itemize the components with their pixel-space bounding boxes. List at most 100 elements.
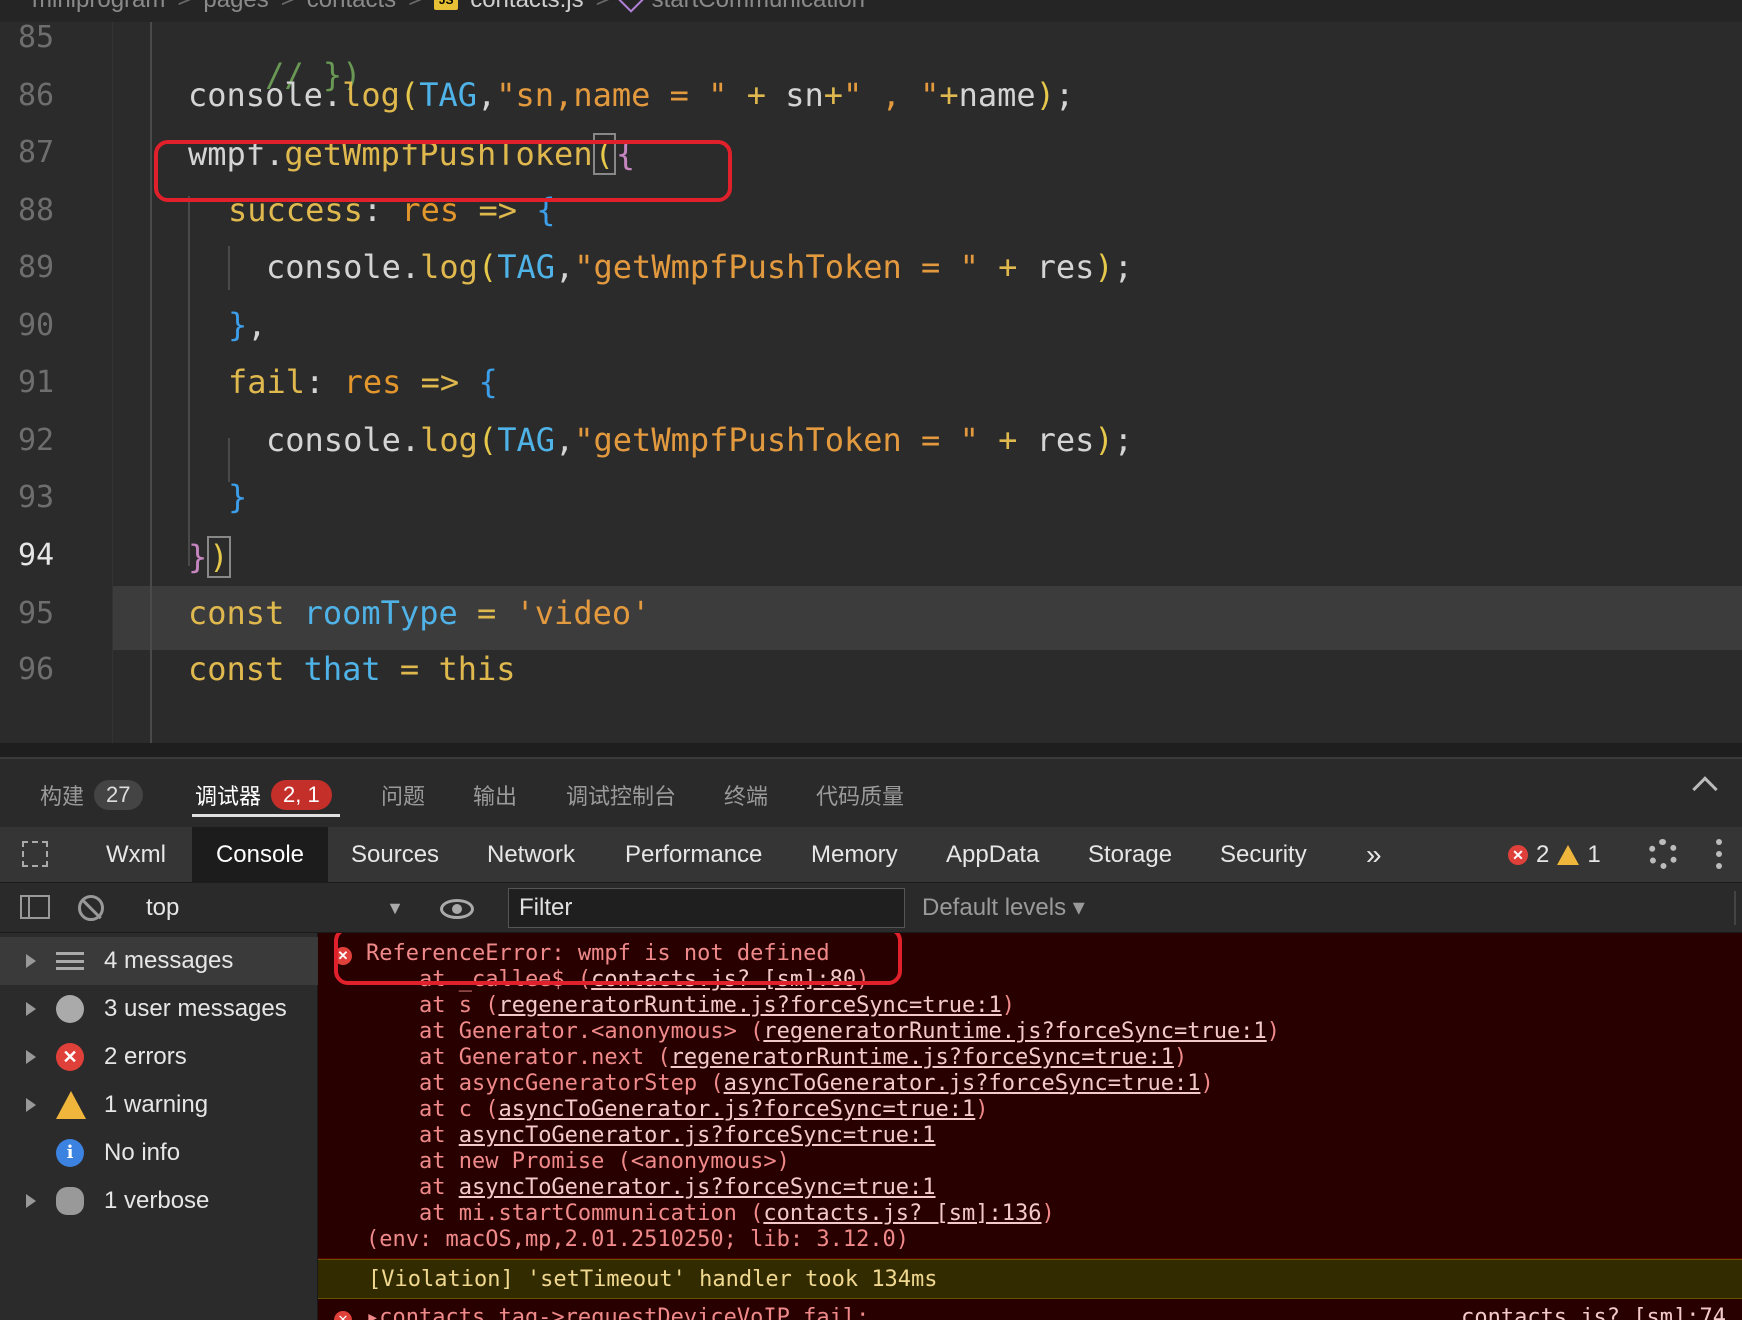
breadcrumb-separator: > <box>596 0 610 14</box>
tab-wxml[interactable]: Wxml <box>106 827 166 883</box>
line-number-active: 94 <box>18 538 55 573</box>
breadcrumb-item[interactable]: contacts <box>307 0 396 14</box>
inspect-element-icon[interactable] <box>22 841 48 867</box>
source-link[interactable]: asyncToGenerator.js?forceSync=true:1 <box>459 1175 936 1200</box>
tab-console[interactable]: Console <box>192 827 328 883</box>
code-token: + <box>939 76 959 114</box>
code-token: TAG <box>497 421 555 459</box>
console-error-message[interactable]: ✕ ▸contacts tag->requestDeviceVoIP fail:… <box>318 1299 1742 1320</box>
line-number: 87 <box>18 135 55 170</box>
code-line-91: fail: res => { <box>228 363 498 401</box>
source-link[interactable]: asyncToGenerator.js?forceSync=true:1 <box>459 1123 936 1148</box>
source-link[interactable]: contacts.js? [sm]:136 <box>763 1201 1041 1226</box>
tab-security[interactable]: Security <box>1220 827 1307 883</box>
more-options-icon[interactable] <box>1716 839 1722 869</box>
more-tabs-icon[interactable]: » <box>1366 827 1382 883</box>
source-link[interactable]: asyncToGenerator.js?forceSync=true:1 <box>724 1071 1201 1096</box>
stack-frame: at c (asyncToGenerator.js?forceSync=true… <box>366 1097 989 1122</box>
sidebar-item-messages[interactable]: 4 messages <box>0 937 318 985</box>
stack-text: at s ( <box>366 993 499 1018</box>
stack-frame: at Generator.<anonymous> (regeneratorRun… <box>366 1019 1280 1044</box>
code-token: console <box>266 421 401 459</box>
code-token: . <box>400 248 421 286</box>
stack-frame: at mi.startCommunication (contacts.js? [… <box>366 1201 1055 1226</box>
highlight-box-error <box>334 933 902 985</box>
filter-input[interactable] <box>508 888 905 928</box>
tab-performance[interactable]: Performance <box>625 827 762 883</box>
eye-icon[interactable] <box>440 899 474 919</box>
toolbar-divider <box>1734 891 1736 925</box>
clear-console-icon[interactable] <box>78 895 104 921</box>
stack-text: at new Promise (<anonymous>) <box>366 1149 790 1174</box>
error-summary[interactable]: ▸contacts tag->requestDeviceVoIP fail: <box>366 1305 869 1320</box>
sidebar-item-errors[interactable]: ✕ 2 errors <box>0 1033 318 1081</box>
sidebar-item-label: 1 warning <box>104 1091 209 1118</box>
sidebar-item-verbose[interactable]: 1 verbose <box>0 1177 318 1225</box>
sidebar-item-warnings[interactable]: 1 warning <box>0 1081 318 1129</box>
breadcrumb-item[interactable]: pages <box>203 0 268 14</box>
source-link[interactable]: regeneratorRuntime.js?forceSync=true:1 <box>763 1019 1266 1044</box>
code-token: fail <box>228 363 306 401</box>
line-number: 92 <box>18 423 55 458</box>
console-output: ✕ ReferenceError: wmpf is not defined at… <box>318 933 1742 1320</box>
code-token: TAG <box>497 248 555 286</box>
console-violation-message[interactable]: [Violation] 'setTimeout' handler took 13… <box>318 1259 1742 1299</box>
code-token: , <box>554 248 575 286</box>
active-tab-indicator <box>192 814 340 817</box>
js-file-icon: JS <box>434 0 459 10</box>
code-token: console <box>266 248 401 286</box>
stack-text: at <box>366 1175 459 1200</box>
source-link[interactable]: contacts.js? [sm]:74 <box>1461 1305 1726 1320</box>
sidebar-toggle-icon[interactable] <box>20 895 50 919</box>
code-editor[interactable]: 85 86 87 88 89 90 91 92 93 94 95 96 // }… <box>0 22 1742 743</box>
context-value: top <box>146 894 180 921</box>
code-token: log <box>420 421 478 459</box>
breadcrumb-file[interactable]: contacts.js <box>470 0 583 14</box>
source-link[interactable]: asyncToGenerator.js?forceSync=true:1 <box>498 1097 975 1122</box>
code-token: { <box>478 363 498 401</box>
code-line-93: } <box>228 478 247 516</box>
tab-appdata[interactable]: AppData <box>946 827 1039 883</box>
breadcrumb-symbol[interactable]: startCommunication <box>652 0 865 14</box>
code-token: ( <box>399 76 420 114</box>
dropdown-arrow-icon: ▼ <box>386 898 404 918</box>
expand-arrow-icon <box>26 954 36 968</box>
stack-text: ) <box>975 1097 989 1122</box>
tab-debugger[interactable]: 调试器 2, 1 <box>195 779 332 811</box>
sidebar-item-label: 3 user messages <box>104 995 287 1022</box>
console-sidebar: 4 messages 3 user messages ✕ 2 errors 1 … <box>0 933 318 1320</box>
code-token: + <box>727 76 786 114</box>
source-link[interactable]: regeneratorRuntime.js?forceSync=true:1 <box>671 1045 1174 1070</box>
context-select[interactable]: top ▼ <box>130 891 404 925</box>
tab-build[interactable]: 构建 27 <box>40 779 143 811</box>
warning-count: 1 <box>1587 841 1601 868</box>
code-token: 'video' <box>515 594 651 632</box>
gear-icon[interactable] <box>1648 839 1678 869</box>
tab-sources[interactable]: Sources <box>351 827 439 883</box>
code-line-90: }, <box>228 306 267 344</box>
sidebar-item-label: 4 messages <box>104 947 234 974</box>
tab-terminal[interactable]: 终端 <box>724 779 768 811</box>
sidebar-item-info[interactable]: i No info <box>0 1129 318 1177</box>
stack-text: at asyncGeneratorStep ( <box>366 1071 724 1096</box>
sidebar-item-label: No info <box>104 1139 181 1166</box>
source-link[interactable]: regeneratorRuntime.js?forceSync=true:1 <box>498 993 1001 1018</box>
code-token: "getWmpfPushToken = " <box>574 248 979 286</box>
stack-text: at <box>366 1123 459 1148</box>
issue-counters[interactable]: ✕ 2 1 <box>1508 841 1601 869</box>
line-number: 90 <box>18 308 55 343</box>
tab-network[interactable]: Network <box>487 827 575 883</box>
tab-memory[interactable]: Memory <box>811 827 898 883</box>
tab-output[interactable]: 输出 <box>473 779 517 811</box>
log-levels-select[interactable]: Default levels ▾ <box>922 891 1085 925</box>
tab-storage[interactable]: Storage <box>1088 827 1172 883</box>
tab-debug-console[interactable]: 调试控制台 <box>566 779 676 811</box>
code-line-94: }) <box>188 536 231 578</box>
breadcrumb-item[interactable]: miniprogram <box>32 0 165 14</box>
tab-code-quality[interactable]: 代码质量 <box>816 779 904 811</box>
sidebar-item-user-messages[interactable]: 3 user messages <box>0 985 318 1033</box>
code-token: this <box>438 650 516 688</box>
code-token: ) <box>1094 248 1114 286</box>
tab-label: 调试控制台 <box>566 784 677 809</box>
tab-problems[interactable]: 问题 <box>381 779 425 811</box>
